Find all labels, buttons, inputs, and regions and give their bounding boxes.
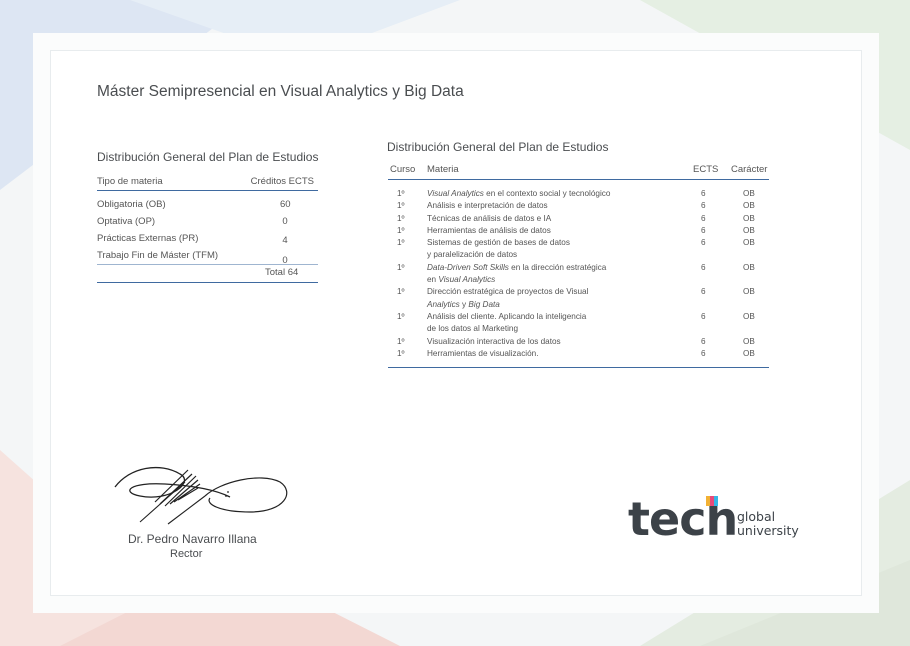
cell-ects: 6	[701, 225, 706, 235]
detail-table: Curso Materia ECTS Carácter 1º Visual Ana…	[388, 161, 769, 358]
summary-row: Obligatoria (OB) 60	[97, 199, 318, 215]
summary-total-row: Total 64	[97, 264, 318, 283]
summary-table: Tipo de materia Créditos ECTS Obligatori…	[97, 172, 318, 283]
cell-curso: 1º	[397, 262, 405, 272]
cell-materia: Sistemas de gestión de bases de datos	[427, 238, 570, 248]
summary-total: Total 64	[265, 267, 299, 278]
detail-table-title: Distribución General del Plan de Estudio…	[387, 140, 609, 154]
logo-line-global: global	[737, 509, 776, 524]
cell-curso: 1º	[397, 213, 405, 223]
cell-caracter: OB	[743, 336, 755, 346]
cell-ects: 6	[701, 213, 706, 223]
summary-row-label: Trabajo Fin de Máster (TFM)	[97, 250, 219, 261]
cell-materia: Herramientas de visualización.	[427, 348, 539, 358]
cell-materia: Análisis del cliente. Aplicando la intel…	[427, 312, 587, 321]
column-type-header: Tipo de materia	[97, 175, 163, 187]
column-ects-header: ECTS	[693, 164, 719, 175]
column-materia-header: Materia	[427, 164, 459, 175]
summary-row-value: 0	[282, 216, 288, 227]
cell-materia: Analytics y Big Data	[427, 299, 500, 309]
column-curso-header: Curso	[390, 164, 416, 175]
cell-materia: Análisis e interpretación de datos	[427, 201, 548, 211]
detail-table-header: Curso Materia ECTS Carácter	[388, 161, 769, 180]
document-title: Máster Semipresencial en Visual Analytic…	[97, 83, 464, 100]
summary-row-label: Obligatoria (OB)	[97, 199, 166, 210]
signatory-role: Rector	[170, 548, 203, 560]
column-credits-header: Créditos ECTS	[250, 175, 314, 187]
tech-logo-wordmark: tech	[628, 492, 738, 546]
cell-ects: 6	[701, 238, 706, 248]
summary-row-label: Prácticas Externas (PR)	[97, 233, 199, 244]
summary-row: Optativa (OP) 0	[97, 216, 318, 232]
signatory-name: Dr. Pedro Navarro Illana	[128, 532, 257, 546]
summary-table-title: Distribución General del Plan de Estudio…	[97, 150, 319, 164]
cell-caracter: OB	[743, 225, 755, 235]
tech-logo-subtitle: global university	[737, 510, 799, 538]
summary-row-value: 4	[282, 235, 288, 246]
cell-materia: Visual Analytics en el contexto social y…	[427, 189, 611, 198]
summary-row-value: 60	[280, 199, 291, 210]
cell-ects: 6	[701, 348, 706, 358]
cell-materia: Dirección estratégica de proyectos de Vi…	[427, 287, 589, 297]
cell-curso: 1º	[397, 348, 405, 358]
cell-ects: 6	[701, 201, 706, 211]
logo-line-university: university	[737, 523, 799, 538]
summary-row: Prácticas Externas (PR) 4	[97, 233, 318, 249]
cell-materia: y paralelización de datos	[427, 250, 518, 260]
cell-caracter: OB	[743, 312, 755, 321]
detail-table-bottom-rule	[388, 367, 769, 368]
column-caracter-header: Carácter	[731, 164, 768, 175]
cell-caracter: OB	[743, 262, 755, 272]
cell-curso: 1º	[397, 312, 405, 321]
cell-ects: 6	[701, 189, 706, 198]
cell-ects: 6	[701, 287, 706, 297]
cell-caracter: OB	[743, 348, 755, 358]
cell-curso: 1º	[397, 189, 405, 198]
cell-materia: en Visual Analytics	[427, 275, 496, 285]
cell-ects: 6	[701, 312, 706, 321]
cell-materia: Herramientas de análisis de datos	[427, 225, 551, 235]
cell-caracter: OB	[743, 287, 755, 297]
cell-materia: Data-Driven Soft Skills en la dirección …	[427, 262, 607, 272]
cell-curso: 1º	[397, 201, 405, 211]
cell-ects: 6	[701, 262, 706, 272]
cell-caracter: OB	[743, 189, 755, 198]
tech-logo-color-accent	[706, 496, 718, 506]
cell-materia: Visualización interactiva de los datos	[427, 336, 561, 346]
cell-curso: 1º	[397, 336, 405, 346]
cell-curso: 1º	[397, 287, 405, 297]
summary-table-header: Tipo de materia Créditos ECTS	[97, 172, 318, 191]
cell-caracter: OB	[743, 213, 755, 223]
cell-caracter: OB	[743, 238, 755, 248]
cell-curso: 1º	[397, 238, 405, 248]
cell-caracter: OB	[743, 201, 755, 211]
cell-curso: 1º	[397, 225, 405, 235]
cell-ects: 6	[701, 336, 706, 346]
summary-row-label: Optativa (OP)	[97, 216, 156, 227]
signature-image	[114, 466, 288, 525]
cell-materia: de los datos al Marketing	[427, 324, 519, 334]
cell-materia: Técnicas de análisis de datos e IA	[427, 213, 552, 223]
